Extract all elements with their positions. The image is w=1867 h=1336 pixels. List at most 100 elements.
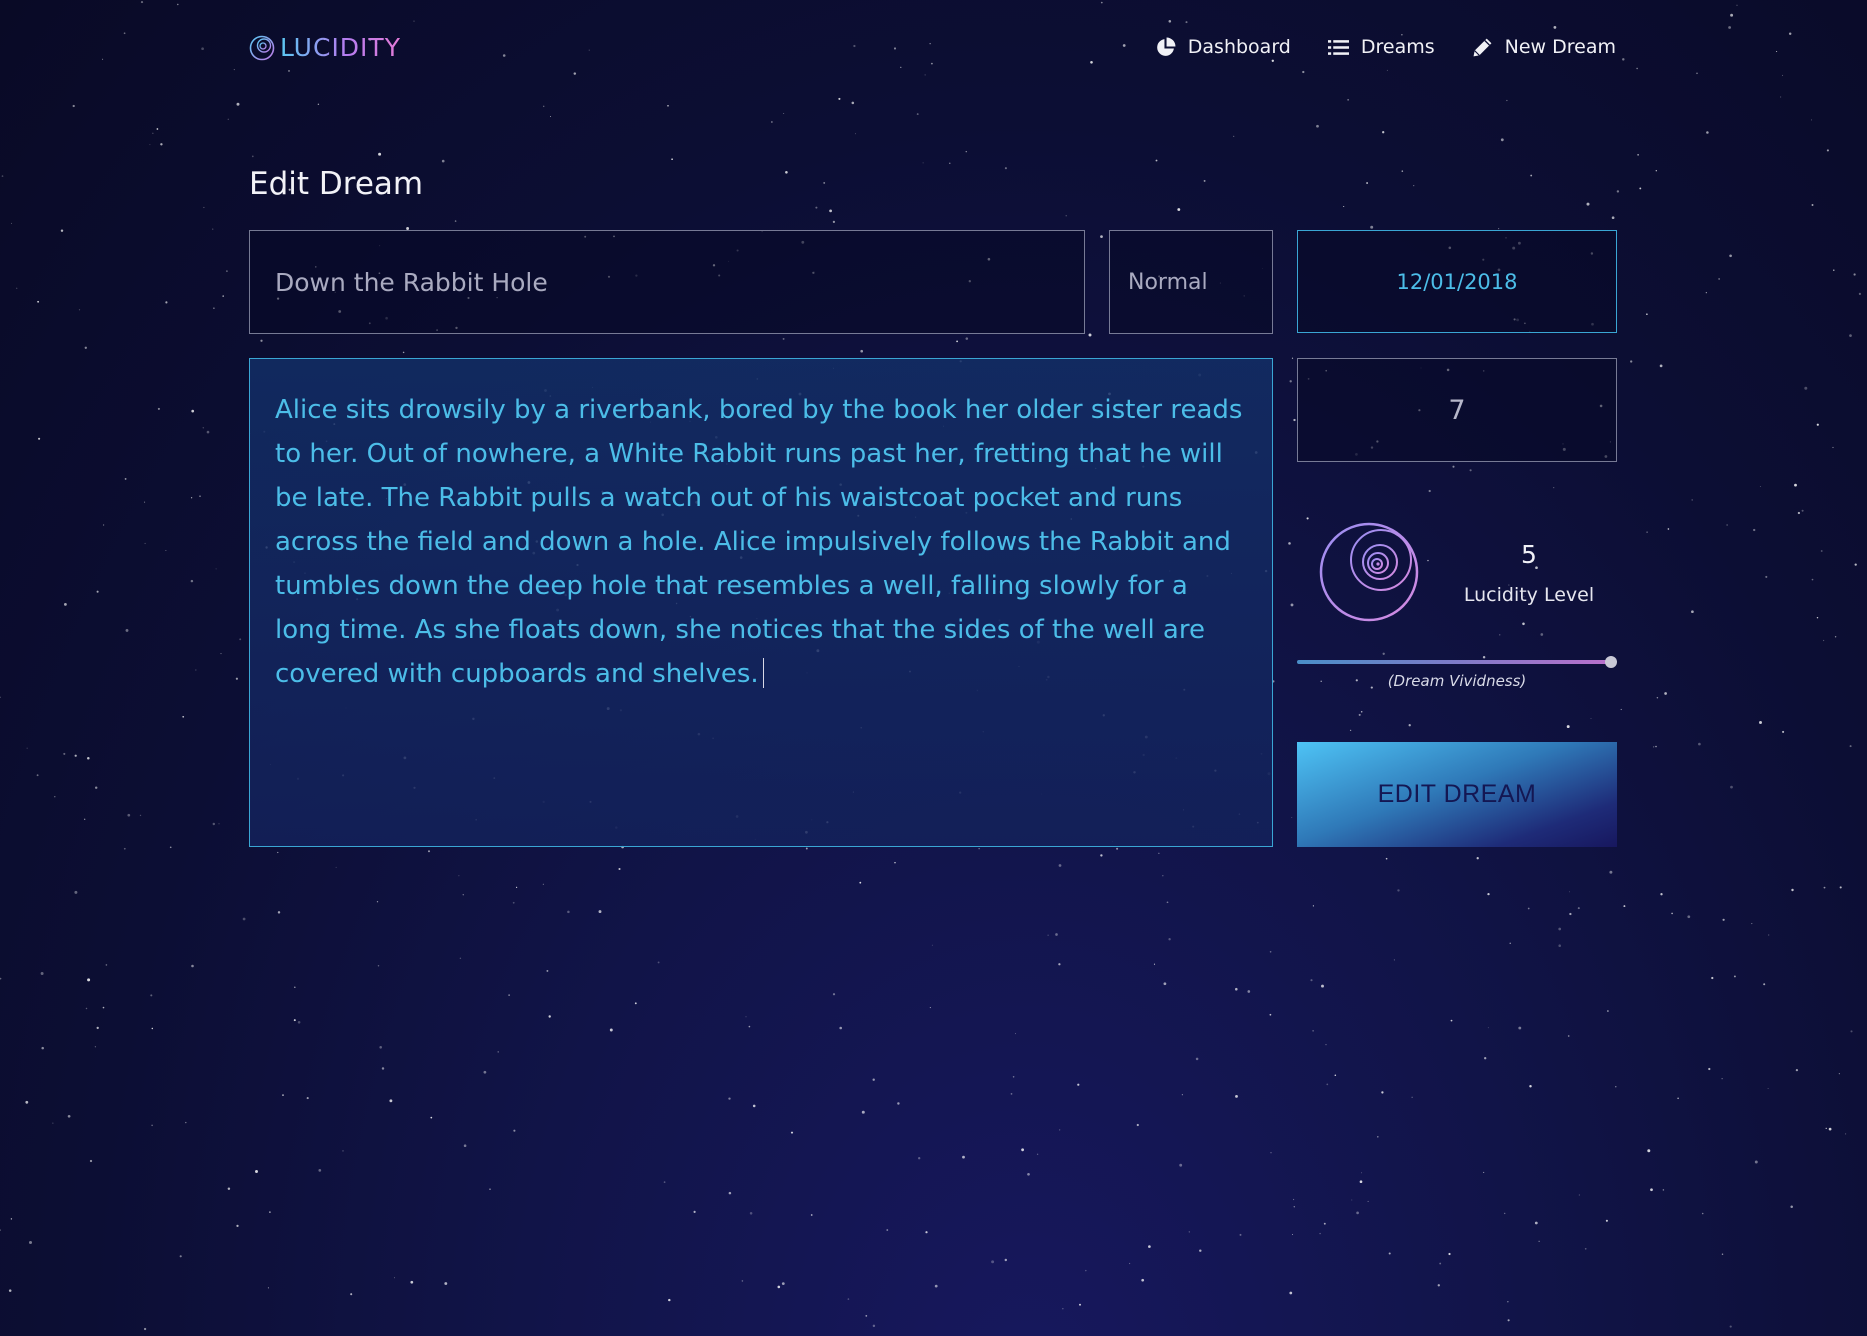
star <box>1696 72 1698 75</box>
star <box>454 220 457 222</box>
star <box>96 1026 99 1030</box>
star <box>1623 905 1626 908</box>
dream-date-input[interactable]: 12/01/2018 <box>1297 230 1617 333</box>
star <box>72 104 75 108</box>
star <box>1010 1093 1013 1095</box>
star <box>227 1187 231 1191</box>
star <box>859 881 862 884</box>
star <box>1788 32 1792 35</box>
star <box>1382 131 1385 134</box>
star <box>1366 182 1369 184</box>
star <box>96 590 99 593</box>
dream-type-select[interactable]: Normal <box>1109 230 1273 334</box>
star <box>1181 1094 1183 1096</box>
star <box>195 669 197 671</box>
star <box>1058 963 1061 966</box>
star <box>413 20 415 22</box>
star <box>1413 185 1415 187</box>
star <box>152 132 154 134</box>
star <box>1059 1129 1061 1131</box>
star <box>1437 1284 1440 1287</box>
star <box>1195 1057 1199 1061</box>
star <box>102 58 104 60</box>
star <box>861 1110 865 1114</box>
star <box>1705 292 1707 294</box>
star <box>1233 135 1235 137</box>
star <box>1753 528 1756 532</box>
star <box>1794 483 1797 487</box>
star <box>894 862 896 864</box>
star <box>0 977 2 980</box>
star <box>16 287 18 289</box>
star <box>1408 724 1411 727</box>
star <box>1736 4 1738 6</box>
star <box>929 1007 931 1009</box>
star <box>222 295 224 297</box>
star <box>381 1067 385 1070</box>
vividness-input[interactable]: 7 <box>1297 358 1617 462</box>
star <box>851 101 855 105</box>
star <box>165 550 167 551</box>
star <box>1004 167 1007 170</box>
star <box>1381 1091 1384 1094</box>
nav-dashboard[interactable]: Dashboard <box>1155 35 1291 59</box>
star <box>1782 74 1784 76</box>
star <box>185 1121 187 1124</box>
star <box>85 1007 88 1010</box>
star <box>236 102 240 106</box>
star <box>11 222 12 224</box>
star <box>1058 864 1062 867</box>
star <box>177 3 179 6</box>
slider-thumb[interactable] <box>1604 656 1617 668</box>
star <box>1527 907 1530 910</box>
star <box>924 74 926 76</box>
star <box>1518 1026 1522 1030</box>
star <box>169 846 172 849</box>
star <box>872 1078 875 1081</box>
nav-dreams[interactable]: Dreams <box>1327 35 1435 59</box>
star <box>1088 333 1092 337</box>
star <box>1849 334 1852 337</box>
vividness-slider[interactable] <box>1297 655 1617 669</box>
dream-title-input[interactable]: Down the Rabbit Hole <box>249 230 1085 334</box>
star <box>150 994 153 997</box>
page-title: Edit Dream <box>249 166 424 202</box>
star <box>567 910 570 914</box>
star <box>1168 20 1172 23</box>
star <box>1312 905 1314 907</box>
star <box>191 964 194 968</box>
star <box>548 1015 551 1018</box>
star <box>1128 1262 1131 1265</box>
star <box>1701 1212 1704 1215</box>
star <box>1768 934 1770 936</box>
star <box>667 105 669 107</box>
app-logo[interactable]: LUCIDITY <box>249 33 401 63</box>
star <box>242 917 246 921</box>
dream-description-textarea[interactable]: Alice sits drowsily by a riverbank, bore… <box>249 358 1273 847</box>
edit-dream-button[interactable]: EDIT DREAM <box>1297 742 1617 847</box>
star <box>1728 26 1731 29</box>
star <box>1718 278 1720 280</box>
star <box>1646 313 1648 316</box>
star <box>1811 204 1814 206</box>
star <box>462 894 464 896</box>
nav-new-dream[interactable]: New Dream <box>1472 35 1616 59</box>
star <box>598 910 602 914</box>
spiral-logo-icon <box>249 35 275 61</box>
star <box>546 969 549 972</box>
star <box>1790 1205 1793 1209</box>
star <box>463 1144 467 1147</box>
star <box>489 1188 491 1190</box>
star <box>267 1287 269 1289</box>
star <box>1168 938 1171 941</box>
star <box>350 1293 353 1296</box>
star <box>839 1026 842 1030</box>
star <box>949 162 951 164</box>
star <box>182 715 185 718</box>
star <box>1577 907 1580 910</box>
star <box>671 158 673 161</box>
star <box>67 1114 71 1118</box>
star <box>218 823 220 825</box>
star <box>1162 875 1164 877</box>
star <box>202 427 205 429</box>
